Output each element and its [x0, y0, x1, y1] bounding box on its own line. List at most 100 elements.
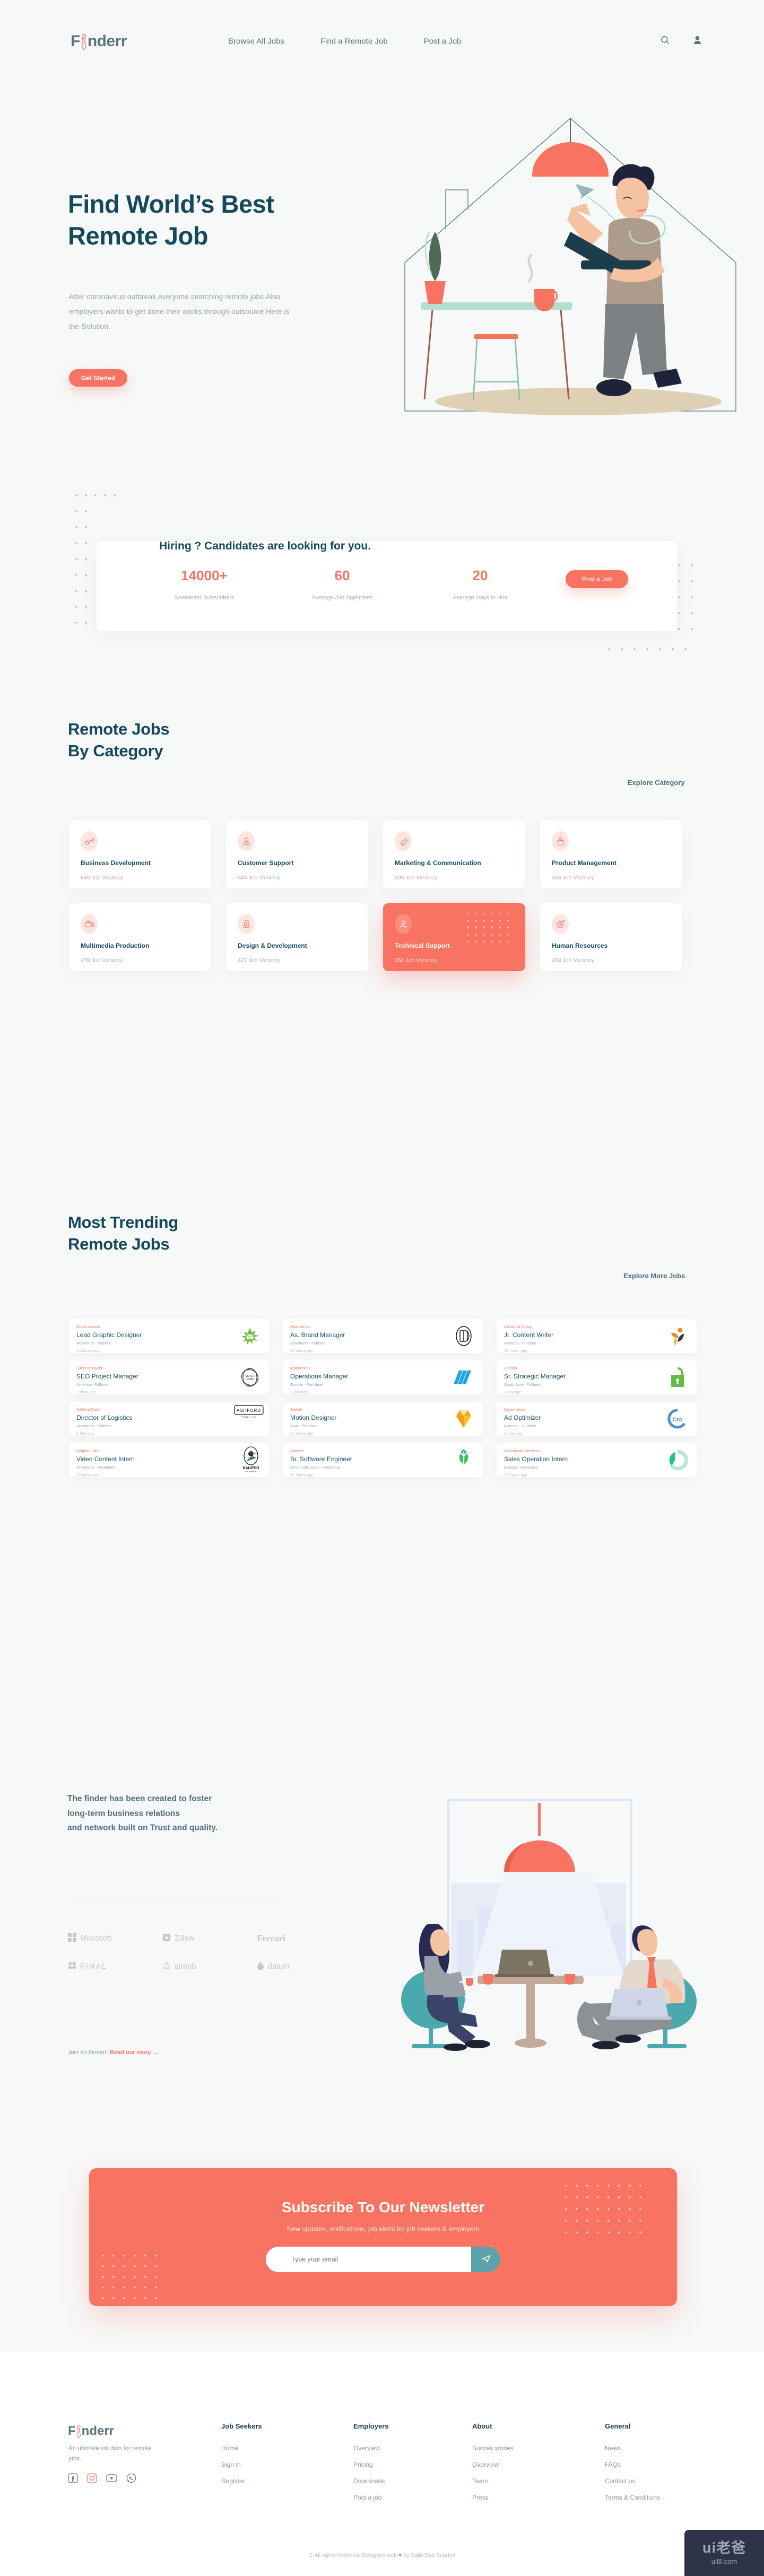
job-time: 1 day ago [290, 1390, 308, 1394]
category-card-business-development[interactable]: Business Development 649 Job Vacancy [69, 820, 211, 888]
category-card-multimedia-production[interactable]: Multimedia Production 478 Job Vacancy [69, 903, 211, 971]
facebook-icon[interactable] [68, 2473, 78, 2486]
footer-link[interactable]: Team [472, 2477, 514, 2485]
youtube-icon[interactable] [106, 2473, 117, 2486]
hero-illustration [395, 93, 745, 443]
post-a-job-button[interactable]: Post a Job [566, 570, 628, 588]
job-card[interactable]: Amitree Sr. Software Engineer America/Eu… [283, 1443, 483, 1477]
nav-link-browse-all-jobs[interactable]: Browse All Jobs [228, 37, 284, 46]
job-card[interactable]: Kalipso Labs Video Content Intern Anywhe… [69, 1443, 269, 1477]
job-card[interactable]: Email on acid Lead Graphic Designer Anyw… [69, 1319, 269, 1353]
footer-link[interactable]: Sign in [221, 2461, 262, 2468]
footer-link[interactable]: Pricing [353, 2461, 388, 2468]
instagram-icon[interactable] [87, 2473, 97, 2486]
stat-label: Average Job Applicants [311, 595, 373, 601]
footer-link[interactable]: FAQs [605, 2461, 660, 2468]
read-our-story-link[interactable]: Read our story → [110, 2049, 159, 2056]
green-leaf-logo [453, 1449, 474, 1471]
footer-column-job-seekers: Job Seekers Home Sign in Register [221, 2422, 262, 2494]
category-card-marketing-communication[interactable]: Marketing & Communication 296 Job Vacanc… [383, 820, 525, 888]
job-company: Sketch [290, 1407, 302, 1412]
footer-link[interactable]: Contact us [605, 2477, 660, 2485]
footer-link[interactable]: News [605, 2444, 660, 2452]
category-card-technical-support[interactable]: Technical Support 354 Job Vacancy [383, 903, 525, 971]
footer-link[interactable]: Home [221, 2444, 262, 2452]
job-card[interactable]: Ashford Point Director of Logistics Anyw… [69, 1402, 269, 1436]
job-card[interactable]: Finfolio Sr. Strategic Manager South Asi… [497, 1360, 697, 1394]
job-card[interactable]: Crowmetics Ad Optimizer America - Fullti… [497, 1402, 697, 1436]
job-card[interactable]: ManyPixels Operations Manager Europe - P… [283, 1360, 483, 1394]
job-card[interactable]: Optimal Ltd As. Brand Manager Anywhere -… [283, 1319, 483, 1353]
footer-link[interactable]: Downloads [353, 2477, 388, 2485]
job-card[interactable]: Greenback Services Sales Operation Inter… [497, 1443, 697, 1477]
trust-line2: long-term business relations [67, 1809, 180, 1818]
job-title: Lead Graphic Designer [76, 1331, 142, 1339]
user-icon[interactable] [693, 36, 701, 47]
category-vacancy: 354 Job Vacancy [395, 957, 437, 964]
search-icon[interactable] [661, 36, 670, 47]
job-meta: America/Europe - Freelance [290, 1465, 340, 1470]
send-icon [481, 2254, 491, 2266]
newsletter-submit-button[interactable] [471, 2247, 500, 2272]
job-company: Kalipso Labs [76, 1448, 99, 1453]
job-company: Finfolio [504, 1366, 517, 1370]
job-meta: Europe - Part time [290, 1382, 323, 1387]
cro-circle-logo: Cro [667, 1408, 688, 1429]
explore-category-link[interactable]: Explore Category [628, 779, 685, 787]
brand-logo-post: nderr [87, 32, 127, 50]
category-name: Marketing & Communication [395, 859, 481, 867]
email-input[interactable] [266, 2256, 471, 2263]
category-card-human-resources[interactable]: Human Resources 458 Job Vacancy [540, 903, 682, 971]
newsletter-dots-left [102, 2255, 157, 2299]
footer-column-employers: Employers Overview Pricing Downloads Pos… [353, 2422, 388, 2510]
job-card[interactable]: Crowford Group Jr. Content Writer Americ… [497, 1319, 697, 1353]
pen-tools-icon [238, 914, 255, 934]
category-name: Multimedia Production [81, 942, 150, 949]
footer-social-links [68, 2473, 136, 2486]
footer-column-general: General News FAQs Contact us Terms & Con… [605, 2422, 660, 2510]
nav-link-find-a-remote-job[interactable]: Find a Remote Job [320, 37, 388, 46]
stat-item: 14000+ Newsletter Subscribers [157, 567, 252, 601]
join-line: Join on Finderr. Read our story → [68, 2049, 159, 2056]
explore-more-jobs-link[interactable]: Explore More Jobs [623, 1272, 685, 1280]
whatsapp-icon[interactable] [126, 2473, 136, 2486]
footer-link[interactable]: Press [472, 2494, 514, 2501]
get-started-button[interactable]: Get Started [69, 369, 127, 387]
job-time: 12 hours ago [290, 1472, 314, 1477]
category-vacancy: 649 Job Vacancy [81, 874, 123, 881]
stat-label: Newsletter Subscribers [174, 595, 235, 601]
category-card-design-development[interactable]: Design & Development 427 Job Vacancy [226, 903, 368, 971]
brand-logo[interactable]: Fnderr [71, 32, 127, 51]
footer-logo[interactable]: Fnderr [68, 2424, 114, 2439]
job-title: SEO Project Manager [76, 1373, 138, 1380]
copyright-post: by Sajib Das Supriyo [402, 2552, 455, 2558]
footer-link[interactable]: Overview [472, 2461, 514, 2468]
job-card[interactable]: Sketch Motion Designer Asia - Part time … [283, 1402, 483, 1436]
svg-text:—LABS—: —LABS— [246, 1470, 257, 1473]
landing-page: Fnderr Browse All Jobs Find a Remote Job… [0, 0, 764, 2576]
jobs-heading-line2: Remote Jobs [68, 1234, 170, 1253]
megaphone-icon [395, 831, 412, 851]
footer-link[interactable]: Register [221, 2477, 262, 2485]
newsletter-subtitle: New updates, notifications, job alerts f… [287, 2225, 479, 2233]
jobs-grid: Email on acid Lead Graphic Designer Anyw… [69, 1319, 698, 1477]
brand-label: FINAL [80, 1962, 108, 1971]
footer-link[interactable]: Succes stories [472, 2444, 514, 2452]
job-title: Video Content Intern [76, 1455, 135, 1463]
nav-link-post-a-job[interactable]: Post a Job [424, 37, 462, 46]
footer-link[interactable]: Terms & Conditions [605, 2494, 660, 2501]
category-card-customer-support[interactable]: Customer Support 345 Job Vacancy [226, 820, 368, 888]
silver-lining-logo: SILVER LINING [239, 1367, 261, 1388]
category-name: Design & Development [238, 942, 307, 949]
footer-link[interactable]: Post a job [353, 2494, 388, 2501]
job-company: Crowford Group [504, 1324, 533, 1329]
job-meta: America - Fulltime [504, 1424, 536, 1428]
headset-person-icon [238, 831, 255, 851]
job-title: Operations Manager [290, 1373, 349, 1380]
job-meta: Anywhere - Fulltime [290, 1341, 326, 1346]
footer-link[interactable]: Overview [353, 2444, 388, 2452]
brand-airbnb: airbnb [162, 1961, 225, 1972]
job-card[interactable]: Silver lining ltd SEO Project Manager Am… [69, 1360, 269, 1394]
category-card-product-management[interactable]: Product Management 356 Job Vacancy [540, 820, 682, 888]
job-time: 14 hours ago [76, 1348, 100, 1353]
